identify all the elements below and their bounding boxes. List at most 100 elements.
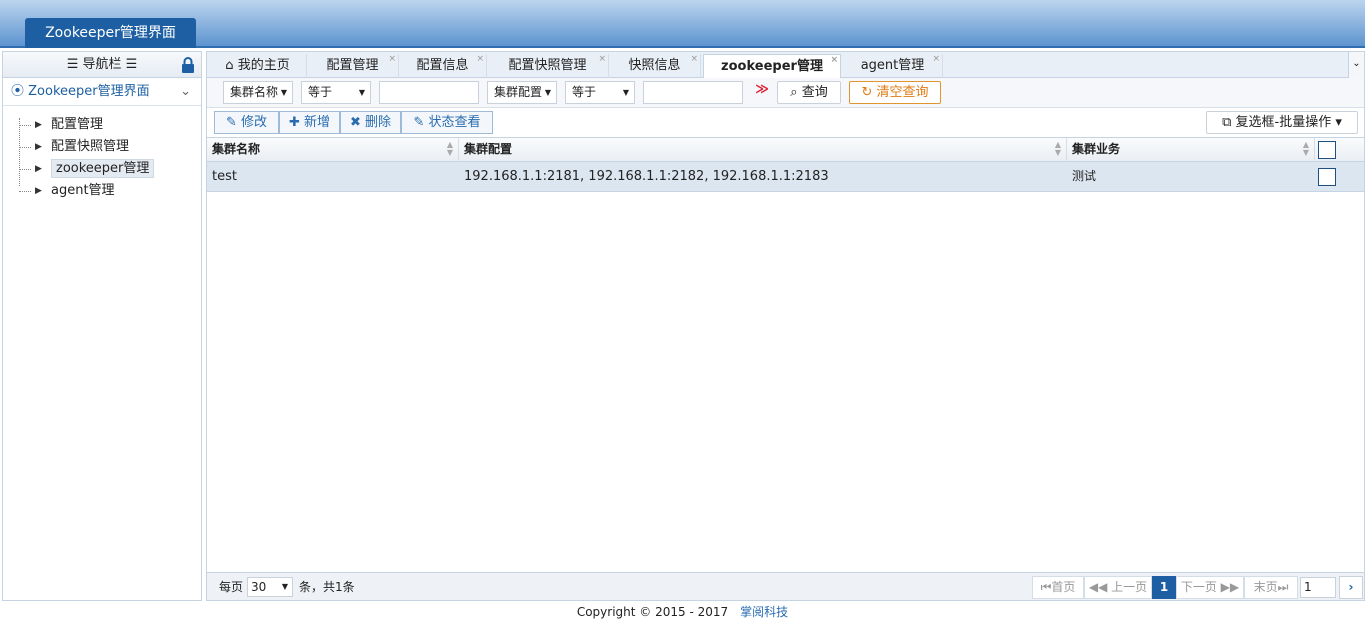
current-page-button[interactable]: 1 [1152, 576, 1176, 599]
search-button[interactable]: ⌕ 查询 [777, 81, 841, 104]
tree-connector [19, 169, 31, 170]
operator-select-1[interactable]: 等于 ▼ [301, 81, 371, 104]
system-label: Zookeeper管理界面 [28, 84, 150, 99]
page-size-select[interactable]: 30 ▼ [247, 577, 293, 597]
pagination-bar: 每页 30 ▼ 条，共1条 ⏮首页 ◀◀ 上一页 1 下一页 ▶▶ 末页⏭ 1 › [207, 572, 1364, 600]
sort-icon: ▲ ▼ [1302, 140, 1309, 157]
last-page-button[interactable]: 末页⏭ [1244, 576, 1298, 599]
field-select-2[interactable]: 集群配置 ▼ [487, 81, 557, 104]
prev-page-button[interactable]: ◀◀ 上一页 [1084, 576, 1152, 599]
search-icon: ⌕ [790, 85, 802, 100]
close-icon[interactable]: × [830, 48, 838, 72]
field-select-1[interactable]: 集群名称 ▼ [223, 81, 293, 104]
next-page-button[interactable]: 下一页 ▶▶ [1176, 576, 1244, 599]
sidebar-item-snapshot[interactable]: ▶ 配置快照管理 [17, 136, 201, 158]
button-label: 新增 [304, 115, 331, 130]
lock-icon[interactable] [181, 57, 195, 73]
total-count: 条，共1条 [299, 580, 355, 594]
copy-icon: ⧉ [1222, 115, 1236, 130]
select-value: 集群名称 [230, 85, 279, 99]
button-label: 下一页 [1180, 580, 1217, 594]
tab-snapshot[interactable]: 配置快照管理 × [487, 54, 609, 78]
status-view-button[interactable]: ✎ 状态查看 [401, 111, 493, 134]
chevron-right-icon[interactable]: › [1339, 576, 1363, 599]
tree-connector [19, 191, 31, 192]
tab-label: 配置快照管理 [508, 58, 587, 73]
caret-down-icon: ▼ [622, 88, 629, 97]
data-grid: 集群名称 ▲ ▼ 集群配置 ▲ ▼ 集群业务 ▲ ▼ test 192.168.1.1:21… [207, 138, 1364, 192]
tab-config-info[interactable]: 配置信息 × [399, 54, 487, 78]
menu-icon: ☰ [66, 57, 83, 72]
button-label: 状态查看 [428, 115, 481, 130]
operator-select-2[interactable]: 等于 ▼ [565, 81, 635, 104]
chevron-down-icon: ⌄ [180, 84, 191, 99]
tab-zookeeper[interactable]: zookeeper管理 × [703, 54, 841, 79]
column-header-business[interactable]: 集群业务 ▲ ▼ [1067, 138, 1315, 162]
tab-label: 快照信息 [628, 58, 681, 73]
cell-config: 192.168.1.1:2181, 192.168.1.1:2182, 192.… [464, 169, 829, 184]
column-header-config[interactable]: 集群配置 ▲ ▼ [459, 138, 1067, 162]
tab-agent[interactable]: agent管理 × [843, 54, 943, 78]
column-label: 集群配置 [464, 142, 513, 156]
tree-connector [19, 125, 31, 126]
caret-down-icon: ▼ [281, 582, 288, 591]
column-header-name[interactable]: 集群名称 ▲ ▼ [207, 138, 459, 162]
tab-home[interactable]: ⌂ 我的主页 [209, 54, 307, 78]
tab-config[interactable]: 配置管理 × [307, 54, 399, 78]
column-label: 集群名称 [212, 142, 261, 156]
select-value: 集群配置 [494, 85, 543, 99]
caret-right-icon: ▶ [35, 164, 42, 174]
button-label: 上一页 [1111, 580, 1148, 594]
clear-query-button[interactable]: ↻ 清空查询 [849, 81, 941, 104]
first-page-button[interactable]: ⏮首页 [1032, 576, 1084, 599]
button-label: 首页 [1051, 580, 1076, 594]
edit-button[interactable]: ✎ 修改 [214, 111, 279, 134]
tab-label: 配置管理 [326, 58, 379, 73]
tab-snapshot-info[interactable]: 快照信息 × [609, 54, 701, 78]
filter-value-input-2[interactable] [643, 81, 743, 104]
nav-tree: ▶ 配置管理 ▶ 配置快照管理 ▶ zookeeper管理 ▶ agent管理 [3, 106, 201, 202]
button-label: 清空查询 [876, 85, 929, 100]
select-value: 等于 [572, 85, 597, 99]
cell-name: test [212, 169, 237, 184]
batch-operation-button[interactable]: ⧉ 复选框-批量操作 ▾ [1206, 111, 1358, 134]
grid-header: 集群名称 ▲ ▼ 集群配置 ▲ ▼ 集群业务 ▲ ▼ [207, 138, 1364, 162]
tab-bar: ⌂ 我的主页 配置管理 × 配置信息 × 配置快照管理 × 快照信息 × zookeep… [207, 52, 1364, 79]
page-number-input[interactable]: 1 [1300, 577, 1336, 598]
home-icon: ⌂ [225, 58, 238, 73]
close-icon[interactable]: × [388, 47, 396, 71]
edit-icon: ✎ [413, 115, 429, 130]
table-row[interactable]: test 192.168.1.1:2181, 192.168.1.1:2182,… [207, 162, 1364, 192]
last-page-icon: ⏭ [1277, 580, 1289, 594]
tab-label: agent管理 [860, 58, 925, 73]
add-button[interactable]: ✚ 新增 [279, 111, 340, 134]
double-chevron-down-icon[interactable]: ≫ [754, 82, 770, 102]
refresh-icon: ↻ [861, 85, 877, 100]
sidebar-item-agent[interactable]: ▶ agent管理 [17, 180, 201, 202]
close-icon[interactable]: × [932, 47, 940, 71]
button-label: 复选框-批量操作 [1235, 115, 1332, 130]
delete-button[interactable]: ✖ 删除 [340, 111, 401, 134]
target-icon: ⦿ [11, 84, 29, 99]
column-label: 集群业务 [1072, 142, 1121, 156]
next-icon: ▶▶ [1216, 580, 1240, 594]
system-selector[interactable]: ⦿ Zookeeper管理界面 ⌄ [3, 78, 201, 106]
select-value: 等于 [308, 85, 333, 99]
row-checkbox[interactable] [1318, 168, 1336, 186]
sidebar-item-zookeeper[interactable]: ▶ zookeeper管理 [17, 158, 201, 180]
app-title-tab[interactable]: Zookeeper管理界面 [25, 18, 196, 48]
close-icon[interactable]: × [598, 47, 606, 71]
nav-header: ☰ 导航栏 ☰ [3, 52, 201, 78]
company-link[interactable]: 掌阅科技 [740, 605, 788, 619]
tab-label: 我的主页 [237, 58, 290, 73]
caret-down-icon: ▼ [280, 88, 287, 97]
caret-right-icon: ▶ [35, 142, 42, 152]
select-all-checkbox[interactable] [1318, 141, 1336, 159]
main-panel: ⌂ 我的主页 配置管理 × 配置信息 × 配置快照管理 × 快照信息 × zookeep… [206, 51, 1365, 601]
tree-connector [19, 147, 31, 148]
tab-scroll-button[interactable]: ⌄ [1348, 52, 1364, 78]
filter-value-input-1[interactable] [379, 81, 479, 104]
sidebar-item-config[interactable]: ▶ 配置管理 [17, 114, 201, 136]
close-icon[interactable]: × [690, 47, 698, 71]
close-icon[interactable]: × [476, 47, 484, 71]
